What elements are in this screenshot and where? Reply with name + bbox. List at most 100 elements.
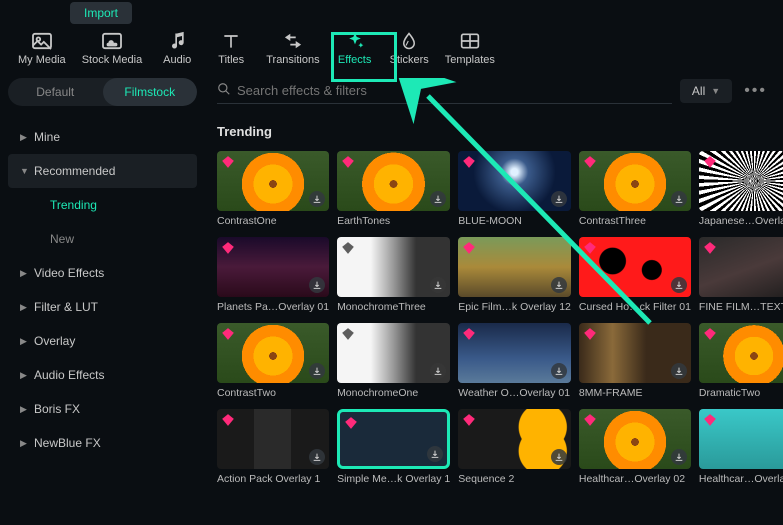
effect-thumbnail[interactable] [458,151,571,211]
effect-card[interactable]: 8MM-FRAME [579,323,691,401]
effect-card[interactable]: ContrastThree [579,151,691,229]
sidebar-item-audio-effects[interactable]: ▶Audio Effects [8,358,197,392]
search-icon [217,82,231,99]
download-button[interactable] [427,446,443,462]
chevron-down-icon: ▼ [20,166,30,176]
sparkle-icon [344,32,366,50]
nav-tab-audio[interactable]: Audio [150,32,204,66]
effect-thumbnail[interactable] [579,323,691,383]
subtab-default[interactable]: Default [8,78,103,106]
effect-card[interactable]: Planets Pa…Overlay 01 [217,237,329,315]
download-button[interactable] [551,449,567,465]
sidebar-item-mine[interactable]: ▶Mine [8,120,197,154]
download-button[interactable] [551,277,567,293]
nav-tab-titles[interactable]: Titles [204,32,258,66]
more-menu-button[interactable]: ••• [740,82,771,100]
effect-card[interactable]: Simple Me…k Overlay 1 [337,409,450,487]
effect-thumbnail[interactable] [458,323,571,383]
effect-card[interactable]: Cursed Ho…ck Filter 01 [579,237,691,315]
nav-tab-transitions[interactable]: Transitions [258,32,327,66]
download-button[interactable] [671,449,687,465]
effect-card[interactable]: MonochromeOne [337,323,450,401]
grid-icon [459,32,481,50]
sidebar-subitem-new[interactable]: New [8,222,197,256]
download-button[interactable] [430,363,446,379]
premium-diamond-icon [583,155,597,169]
effect-thumbnail[interactable] [217,151,329,211]
sidebar-item-filter-lut[interactable]: ▶Filter & LUT [8,290,197,324]
download-button[interactable] [551,363,567,379]
effect-thumbnail[interactable] [699,409,783,469]
effect-card[interactable]: Sequence 2 [458,409,571,487]
effect-card[interactable]: DramaticTwo [699,323,783,401]
sidebar-item-video-effects[interactable]: ▶Video Effects [8,256,197,290]
effect-label: Epic Film…k Overlay 12 [458,301,571,315]
sidebar-item-recommended[interactable]: ▼Recommended [8,154,197,188]
effect-card[interactable]: BLUE-MOON [458,151,571,229]
effect-label: Weather O…Overlay 01 [458,387,571,401]
download-button[interactable] [430,191,446,207]
effect-thumbnail[interactable] [458,237,571,297]
effect-label: Planets Pa…Overlay 01 [217,301,329,315]
download-button[interactable] [551,191,567,207]
nav-tab-templates[interactable]: Templates [437,32,503,66]
effect-thumbnail[interactable] [699,237,783,297]
effect-thumbnail[interactable] [217,409,329,469]
effect-card[interactable]: Healthcar…Overlay 04 [699,409,783,487]
search-box[interactable] [217,78,672,104]
effect-card[interactable]: Healthcar…Overlay 02 [579,409,691,487]
effect-thumbnail[interactable] [579,151,691,211]
effect-card[interactable]: Action Pack Overlay 1 [217,409,329,487]
search-input[interactable] [237,83,672,98]
effect-label: Healthcar…Overlay 04 [699,473,783,487]
download-button[interactable] [309,191,325,207]
premium-diamond-icon [703,327,717,341]
sidebar-item-label: Audio Effects [34,368,105,382]
effect-thumbnail[interactable] [699,151,783,211]
effect-label: Japanese…Overlay 02 [699,215,783,229]
download-button[interactable] [309,449,325,465]
subtab-filmstock[interactable]: Filmstock [103,78,198,106]
music-icon [166,32,188,50]
nav-tab-stickers[interactable]: Stickers [382,32,437,66]
effect-thumbnail[interactable] [337,151,450,211]
effect-card[interactable]: EarthTones [337,151,450,229]
import-button[interactable]: Import [70,2,132,24]
section-title: Trending [217,124,771,139]
download-button[interactable] [430,277,446,293]
nav-tab-my-media[interactable]: My Media [10,32,74,66]
nav-tab-stock-media[interactable]: Stock Media [74,32,151,66]
effect-thumbnail[interactable] [579,237,691,297]
effect-card[interactable]: ContrastOne [217,151,329,229]
effect-card[interactable]: Weather O…Overlay 01 [458,323,571,401]
sidebar-item-newblue-fx[interactable]: ▶NewBlue FX [8,426,197,460]
download-button[interactable] [671,191,687,207]
effect-card[interactable]: FINE FILM…TEXTURE [699,237,783,315]
effect-thumbnail[interactable] [337,409,450,469]
effect-thumbnail[interactable] [337,237,450,297]
filter-dropdown[interactable]: All ▼ [680,79,732,103]
effect-thumbnail[interactable] [458,409,571,469]
download-button[interactable] [309,277,325,293]
effect-card[interactable]: ContrastTwo [217,323,329,401]
effects-grid: ContrastOneEarthTonesBLUE-MOONContrastTh… [217,151,771,487]
sidebar-item-label: Boris FX [34,402,80,416]
effect-card[interactable]: MonochromeThree [337,237,450,315]
effect-card[interactable]: Japanese…Overlay 02 [699,151,783,229]
effect-thumbnail[interactable] [579,409,691,469]
sidebar-subitem-trending[interactable]: Trending [8,188,197,222]
download-button[interactable] [309,363,325,379]
effect-thumbnail[interactable] [337,323,450,383]
nav-tab-effects[interactable]: Effects [328,32,382,66]
download-button[interactable] [671,277,687,293]
effect-thumbnail[interactable] [217,237,329,297]
subtabs: Default Filmstock [8,78,197,106]
nav-tab-label: My Media [18,54,66,66]
effect-thumbnail[interactable] [699,323,783,383]
download-button[interactable] [671,363,687,379]
sidebar-item-overlay[interactable]: ▶Overlay [8,324,197,358]
effect-label: ContrastTwo [217,387,329,401]
effect-card[interactable]: Epic Film…k Overlay 12 [458,237,571,315]
sidebar-item-boris-fx[interactable]: ▶Boris FX [8,392,197,426]
effect-thumbnail[interactable] [217,323,329,383]
